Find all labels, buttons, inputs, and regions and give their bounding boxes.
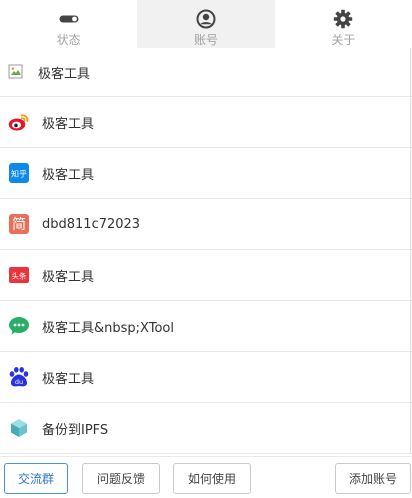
gear-icon [333, 9, 353, 29]
list-item[interactable]: 知乎 极客工具 [0, 148, 412, 199]
group-chat-button[interactable]: 交流群 [4, 463, 68, 494]
account-label: 极客工具&nbsp;XTool [42, 320, 174, 336]
list-item[interactable]: du 极客工具 [0, 352, 412, 403]
account-list: 极客工具 极客工具 知乎 极客工具 简 dbd811c72023 头条 极客工具… [0, 48, 412, 454]
list-scrollbar[interactable] [406, 48, 412, 454]
list-item[interactable]: 极客工具 [0, 97, 412, 148]
how-to-use-button[interactable]: 如何使用 [173, 463, 251, 494]
tab-label: 状态 [56, 33, 81, 47]
tab-label: 账号 [193, 33, 218, 47]
account-label: 极客工具 [42, 116, 95, 132]
account-label: 极客工具 [38, 66, 91, 82]
account-label: 极客工具 [42, 167, 95, 183]
list-item[interactable]: 极客工具 [0, 48, 412, 97]
account-circle-icon [196, 9, 216, 29]
list-item[interactable]: 极客工具&nbsp;XTool [0, 301, 412, 352]
broken-image-icon [8, 64, 24, 80]
zhihu-icon: 知乎 [8, 162, 30, 184]
svg-text:du: du [15, 378, 23, 386]
jianshu-icon: 简 [8, 213, 30, 235]
weibo-icon [8, 111, 30, 133]
baidu-icon: du [8, 366, 30, 388]
tab-label: 关于 [331, 33, 356, 47]
account-label: 备份到IPFS [42, 422, 109, 438]
list-item[interactable]: 头条 极客工具 [0, 250, 412, 301]
feedback-button[interactable]: 问题反馈 [82, 463, 160, 494]
toutiao-icon: 头条 [8, 264, 30, 286]
ipfs-cube-icon [8, 417, 30, 439]
list-item[interactable]: 备份到IPFS [0, 403, 412, 454]
wechat-icon [8, 315, 30, 337]
account-label: dbd811c72023 [42, 216, 141, 232]
footer-bar: 交流群 问题反馈 如何使用 添加账号 [0, 456, 412, 498]
svg-text:知乎: 知乎 [11, 169, 27, 179]
toggle-icon [59, 9, 79, 29]
svg-text:头条: 头条 [12, 271, 27, 281]
add-account-button[interactable]: 添加账号 [335, 463, 411, 494]
account-label: 极客工具 [42, 371, 95, 387]
svg-text:简: 简 [12, 216, 26, 233]
account-label: 极客工具 [42, 269, 95, 285]
list-item[interactable]: 简 dbd811c72023 [0, 199, 412, 250]
